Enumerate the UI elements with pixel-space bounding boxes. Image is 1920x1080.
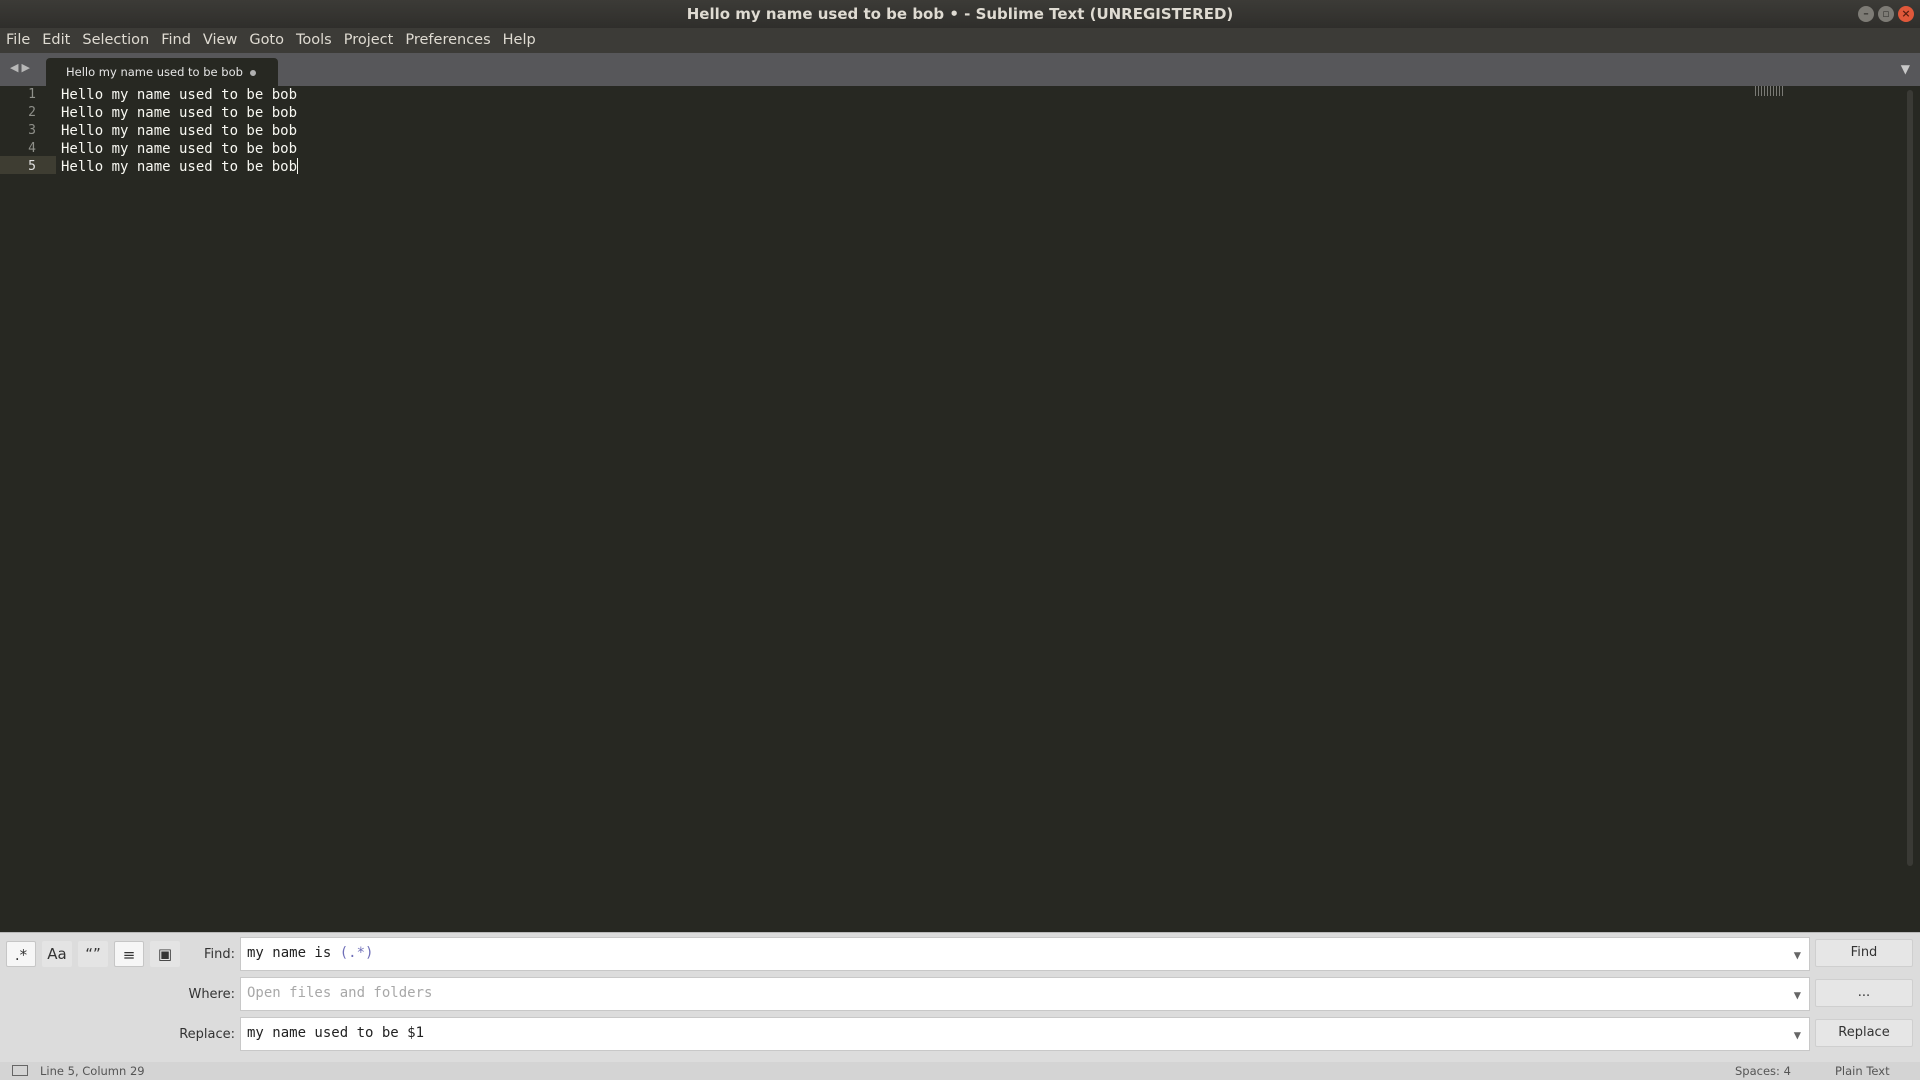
find-input[interactable]: my name is (.*) ▼ (240, 937, 1810, 971)
line-number: 1 (28, 87, 36, 102)
status-bar: Line 5, Column 29 Spaces: 4 Plain Text (0, 1062, 1920, 1080)
nav-forward-icon[interactable]: ▶ (21, 61, 32, 74)
minimap[interactable] (1755, 86, 1783, 96)
tab-bar: ◀▶ Hello my name used to be bob ▼ (0, 53, 1920, 86)
case-sensitive-toggle-button[interactable]: Aa (42, 941, 72, 967)
replace-label: Replace: (179, 1027, 235, 1042)
code-line-text: Hello my name used to be bob (61, 159, 298, 175)
where-input[interactable]: Open files and folders ▼ (240, 977, 1810, 1011)
replace-button[interactable]: Replace (1815, 1019, 1913, 1047)
replace-input-value: my name used to be $1 (247, 1025, 425, 1041)
line-gutter: 1 2 3 4 5 (0, 86, 56, 932)
menu-find[interactable]: Find (155, 28, 197, 53)
menu-preferences[interactable]: Preferences (399, 28, 496, 53)
menu-bar: File Edit Selection Find View Goto Tools… (0, 28, 1920, 53)
minimize-icon[interactable]: – (1858, 6, 1874, 22)
code-line[interactable]: Hello my name used to be bob (61, 140, 297, 158)
find-history-dropdown-icon[interactable]: ▼ (1794, 940, 1801, 970)
menu-help[interactable]: Help (497, 28, 542, 53)
code-line[interactable]: Hello my name used to be bob (61, 86, 297, 104)
find-button[interactable]: Find (1815, 939, 1913, 967)
find-input-plain: my name is (247, 945, 340, 961)
replace-input[interactable]: my name used to be $1 ▼ (240, 1017, 1810, 1051)
regex-toggle-button[interactable]: .* (6, 941, 36, 967)
in-selection-toggle-button[interactable]: ▣ (150, 941, 180, 967)
editor-area[interactable]: 1 2 3 4 5 Hello my name used to be bob H… (0, 86, 1920, 932)
tab-active-file[interactable]: Hello my name used to be bob (46, 58, 278, 86)
title-bar: Hello my name used to be bob • - Sublime… (0, 0, 1920, 28)
menu-edit[interactable]: Edit (36, 28, 76, 53)
indentation-setting[interactable]: Spaces: 4 (1735, 1062, 1791, 1080)
window-title: Hello my name used to be bob • - Sublime… (686, 5, 1234, 23)
menu-project[interactable]: Project (338, 28, 400, 53)
maximize-icon[interactable]: ▫ (1878, 6, 1894, 22)
text-cursor (297, 158, 299, 174)
where-options-button[interactable]: ... (1815, 979, 1913, 1007)
cursor-position: Line 5, Column 29 (40, 1064, 145, 1078)
tab-navigation: ◀▶ (10, 61, 33, 74)
line-number: 2 (28, 105, 36, 120)
find-label: Find: (203, 947, 235, 962)
preserve-case-toggle-button[interactable]: ≡ (114, 941, 144, 967)
where-label: Where: (188, 987, 235, 1002)
panel-toggle-icon[interactable] (12, 1065, 28, 1076)
line-number-active: 5 (28, 159, 36, 174)
menu-tools[interactable]: Tools (290, 28, 338, 53)
where-history-dropdown-icon[interactable]: ▼ (1794, 980, 1801, 1010)
whole-word-toggle-button[interactable]: “” (78, 941, 108, 967)
code-line[interactable]: Hello my name used to be bob (61, 104, 297, 122)
tab-label: Hello my name used to be bob (66, 65, 243, 79)
replace-history-dropdown-icon[interactable]: ▼ (1794, 1020, 1801, 1050)
find-input-regex: (.*) (339, 945, 374, 961)
syntax-setting[interactable]: Plain Text (1835, 1062, 1890, 1080)
menu-file[interactable]: File (0, 28, 36, 53)
menu-selection[interactable]: Selection (76, 28, 155, 53)
line-number: 3 (28, 123, 36, 138)
where-placeholder: Open files and folders (247, 985, 433, 1001)
line-number: 4 (28, 141, 36, 156)
code-line[interactable]: Hello my name used to be bob (61, 122, 297, 140)
code-line-active[interactable]: Hello my name used to be bob (61, 158, 299, 176)
nav-back-icon[interactable]: ◀ (10, 61, 21, 74)
window-controls: – ▫ × (1858, 6, 1914, 22)
tab-dropdown-icon[interactable]: ▼ (1901, 62, 1910, 76)
menu-goto[interactable]: Goto (243, 28, 290, 53)
unsaved-dot-icon[interactable] (250, 70, 256, 76)
menu-view[interactable]: View (197, 28, 243, 53)
find-replace-panel: .* Aa “” ≡ ▣ Find: my name is (.*) ▼ Find… (0, 932, 1920, 1062)
find-options: .* Aa “” ≡ ▣ (6, 941, 180, 967)
close-icon[interactable]: × (1898, 6, 1914, 22)
vertical-scrollbar[interactable] (1907, 90, 1913, 866)
